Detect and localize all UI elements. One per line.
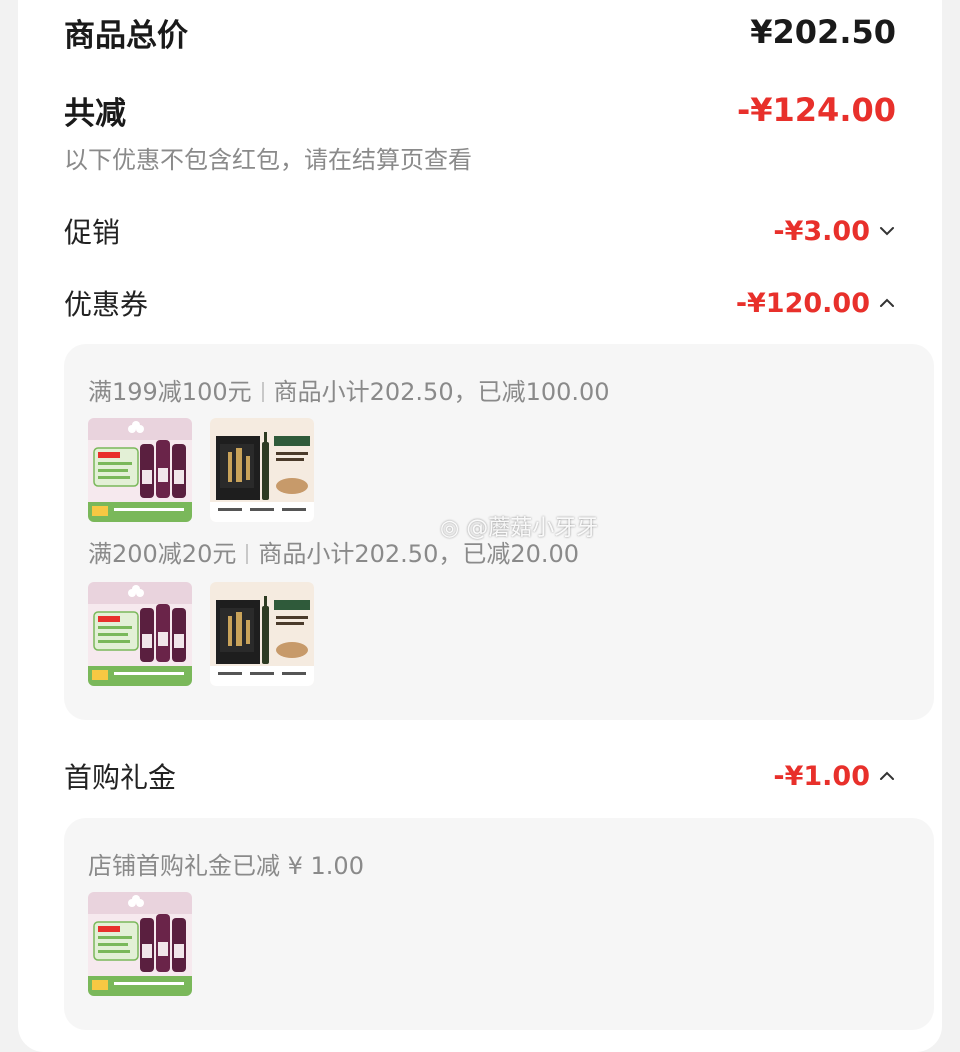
olive-oil-product-image xyxy=(210,582,314,686)
product-thumbnail-juice[interactable] xyxy=(88,582,192,686)
total-discount-label: 共减 xyxy=(64,95,126,132)
divider xyxy=(261,382,264,402)
first-purchase-row[interactable]: 首购礼金 -¥1.00 xyxy=(64,752,896,800)
coupon-label: 优惠券 xyxy=(64,288,149,321)
product-thumbnail-juice[interactable] xyxy=(88,418,192,522)
first-purchase-label: 首购礼金 xyxy=(64,761,177,794)
watermark-text: @蘑菇小牙牙 xyxy=(466,516,599,541)
total-discount-value: -¥124.00 xyxy=(736,91,896,129)
chevron-up-icon[interactable] xyxy=(878,767,896,785)
olive-oil-product-image xyxy=(210,418,314,522)
chevron-up-icon[interactable] xyxy=(878,294,896,312)
coupon-rule-detail: 商品小计202.50，已减20.00 xyxy=(258,540,580,568)
chevron-down-icon[interactable] xyxy=(878,222,896,240)
discount-note: 以下优惠不包含红包，请在结算页查看 xyxy=(64,146,472,174)
product-thumbnail-oil[interactable] xyxy=(210,418,314,522)
promotion-row[interactable]: 促销 -¥3.00 xyxy=(64,208,896,254)
promotion-label: 促销 xyxy=(64,216,121,249)
coupon-value: -¥120.00 xyxy=(735,287,870,319)
product-thumbnail-oil[interactable] xyxy=(210,582,314,686)
grape-juice-product-image xyxy=(88,582,192,686)
coupon-rule-title: 满200减20元 xyxy=(88,540,237,568)
divider xyxy=(246,544,249,564)
coupon-rule-1: 满199减100元 商品小计202.50，已减100.00 xyxy=(88,372,610,407)
total-price-label: 商品总价 xyxy=(64,17,188,54)
grape-juice-product-image xyxy=(88,892,192,996)
coupon-rule-title: 满199减100元 xyxy=(88,378,252,406)
coupon-row[interactable]: 优惠券 -¥120.00 xyxy=(64,280,896,326)
first-purchase-detail: 店铺首购礼金已减 ¥ 1.00 xyxy=(88,852,364,880)
total-price-value: ¥202.50 xyxy=(750,13,896,51)
watermark: ◎ @蘑菇小牙牙 xyxy=(440,510,598,542)
grape-juice-product-image xyxy=(88,418,192,522)
coupon-rule-detail: 商品小计202.50，已减100.00 xyxy=(273,378,610,406)
weibo-icon: ◎ xyxy=(440,516,460,541)
promotion-value: -¥3.00 xyxy=(773,215,870,247)
price-detail-card: 商品总价 ¥202.50 共减 -¥124.00 以下优惠不包含红包，请在结算页… xyxy=(18,0,942,1052)
first-purchase-value: -¥1.00 xyxy=(773,760,870,792)
first-purchase-detail-panel: 店铺首购礼金已减 ¥ 1.00 xyxy=(64,818,934,1030)
total-discount-row: 共减 -¥124.00 xyxy=(64,86,896,134)
total-price-row: 商品总价 ¥202.50 xyxy=(64,8,896,56)
product-thumbnail-juice[interactable] xyxy=(88,892,192,996)
